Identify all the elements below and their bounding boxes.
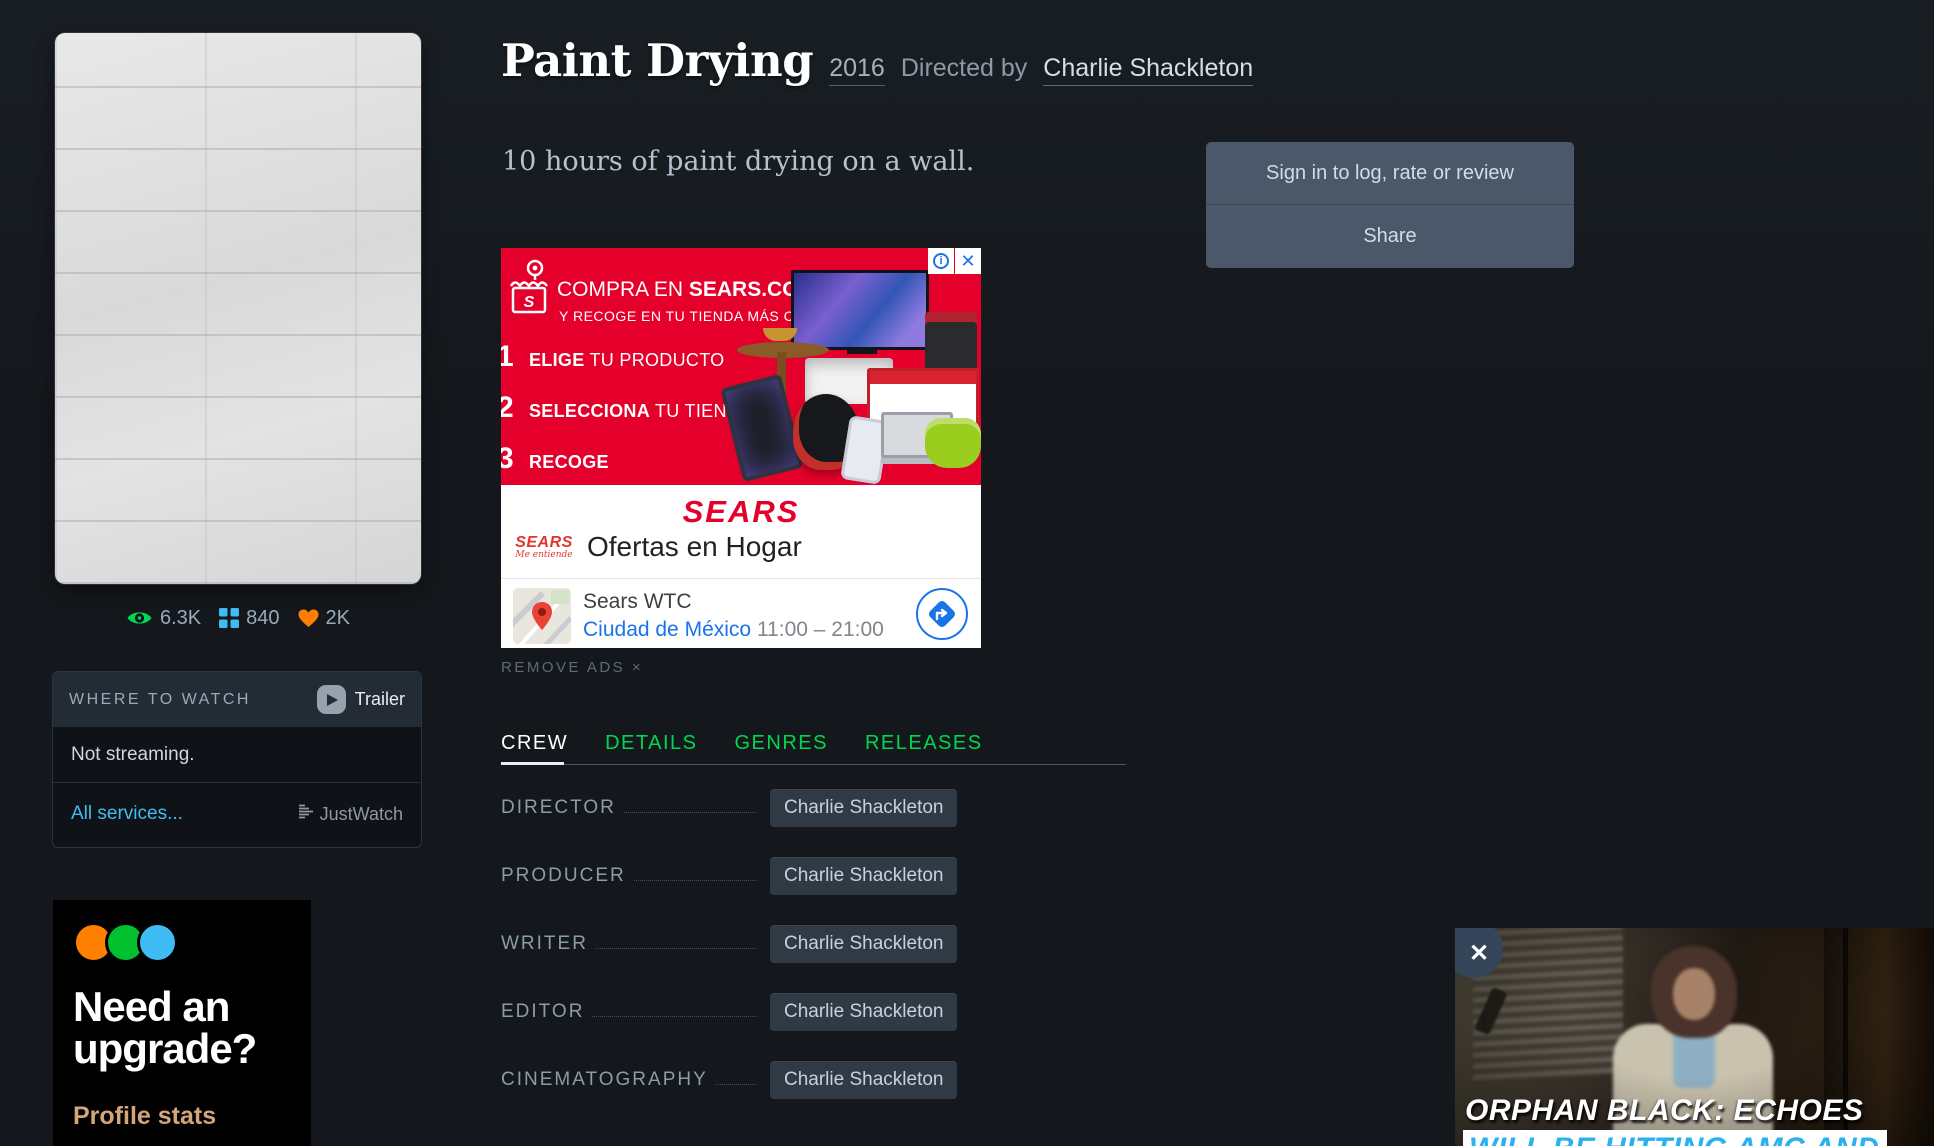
crew-row-producer: PRODUCER Charlie Shackleton (501, 857, 971, 895)
crew-role-label: PRODUCER (501, 865, 626, 887)
streaming-status: Not streaming. (53, 727, 421, 783)
grid-icon (219, 608, 239, 628)
trailer-button[interactable]: Trailer (317, 685, 405, 714)
crew-person-button[interactable]: Charlie Shackleton (770, 993, 957, 1031)
upgrade-ad-subtext: Profile stats (73, 1102, 216, 1131)
where-to-watch-title: WHERE TO WATCH (69, 691, 251, 709)
all-services-link[interactable]: All services... (71, 803, 183, 825)
director-link[interactable]: Charlie Shackleton (1043, 54, 1253, 86)
crew-person-button[interactable]: Charlie Shackleton (770, 1061, 957, 1099)
services-row: All services... JustWatch (53, 783, 421, 845)
letterboxd-upgrade-ad[interactable]: Need an upgrade? Profile stats (53, 900, 311, 1146)
remove-ads-link[interactable]: REMOVE ADS × (501, 659, 643, 676)
crew-role-label: EDITOR (501, 1001, 584, 1023)
video-caption-line1: ORPHAN BLACK: ECHOES (1465, 1094, 1863, 1128)
crew-row-director: DIRECTOR Charlie Shackleton (501, 789, 971, 827)
store-hours: 11:00 – 21:00 (757, 618, 884, 641)
close-icon: ✕ (1469, 939, 1489, 968)
heart-icon (298, 609, 319, 628)
video-ad-overlay[interactable]: ORPHAN BLACK: ECHOES WILL BE HITTING AMC… (1455, 928, 1934, 1146)
trailer-label: Trailer (355, 689, 405, 710)
adchoices-controls: i ✕ (927, 248, 981, 274)
film-tagline: 10 hours of paint drying on a wall. (502, 146, 974, 177)
tablet-image (720, 374, 803, 482)
sears-display-ad[interactable]: S i ✕ COMPRA EN SEARS.COM.MX Y RECOGE EN… (501, 248, 981, 648)
upgrade-ad-headline: Need an upgrade? (73, 986, 298, 1070)
crew-row-editor: EDITOR Charlie Shackleton (501, 993, 971, 1031)
dotted-leader (596, 935, 757, 949)
page-title: Paint Drying (501, 34, 813, 87)
crew-row-cinematography: CINEMATOGRAPHY Charlie Shackleton (501, 1061, 971, 1099)
crew-role-label: CINEMATOGRAPHY (501, 1069, 708, 1091)
tabs-divider (501, 764, 1126, 765)
crew-person-button[interactable]: Charlie Shackleton (770, 789, 957, 827)
share-button[interactable]: Share (1206, 205, 1574, 268)
film-stats: 6.3K 840 2K (55, 602, 421, 634)
likes-count: 2K (326, 607, 350, 630)
ad-close-button[interactable]: ✕ (955, 248, 981, 274)
directions-icon[interactable] (915, 587, 969, 646)
play-icon (317, 685, 346, 714)
lists-count: 840 (246, 607, 279, 630)
close-icon: ✕ (960, 251, 975, 272)
svg-text:S: S (524, 294, 535, 311)
film-year-link[interactable]: 2016 (829, 54, 885, 86)
crew-role-label: DIRECTOR (501, 797, 616, 819)
crew-row-writer: WRITER Charlie Shackleton (501, 925, 971, 963)
sears-offer-title: Ofertas en Hogar (587, 531, 802, 563)
signin-panel: Sign in to log, rate or review Share (1206, 142, 1574, 268)
eye-icon (126, 609, 153, 627)
ad-info-button[interactable]: i (928, 248, 954, 274)
info-icon: i (933, 253, 949, 269)
sears-logo: SEARS (501, 494, 981, 530)
sears-small-logo: SEARS Me entiende (515, 535, 573, 560)
crew-person-button[interactable]: Charlie Shackleton (770, 857, 957, 895)
sears-step-1: 1 ELIGE TU PRODUCTO (501, 340, 724, 374)
likes-stat[interactable]: 2K (298, 607, 350, 630)
crew-role-label: WRITER (501, 933, 588, 955)
where-to-watch-panel: WHERE TO WATCH Trailer Not streaming. Al… (53, 672, 421, 847)
product-collage (729, 254, 979, 482)
letterboxd-logo-icon (73, 922, 178, 963)
dotted-leader (592, 1003, 757, 1017)
justwatch-label: JustWatch (320, 804, 403, 825)
sign-in-button[interactable]: Sign in to log, rate or review (1206, 142, 1574, 205)
title-row: Paint Drying 2016 Directed by Charlie Sh… (501, 34, 1253, 87)
where-to-watch-header: WHERE TO WATCH Trailer (53, 672, 421, 727)
sears-offer-row: SEARS Me entiende Ofertas en Hogar (515, 531, 802, 563)
map-thumbnail (513, 588, 571, 644)
dotted-leader (624, 799, 757, 813)
directed-by-label: Directed by (901, 54, 1027, 83)
sears-step-3: 3 RECOGE (501, 442, 609, 476)
store-icon: S (505, 258, 553, 321)
justwatch-icon (299, 804, 315, 825)
store-name: Sears WTC (583, 590, 915, 614)
sears-step-2: 2 SELECCIONA TU TIENDA (501, 391, 752, 425)
views-count: 6.3K (160, 607, 201, 630)
views-stat[interactable]: 6.3K (126, 607, 201, 630)
film-tabs: CREW DETAILS GENRES RELEASES (501, 732, 983, 755)
crew-person-button[interactable]: Charlie Shackleton (770, 925, 957, 963)
sears-ad-top: S i ✕ COMPRA EN SEARS.COM.MX Y RECOGE EN… (501, 248, 981, 485)
video-caption-line2: WILL BE HITTING AMC AND (1463, 1130, 1887, 1146)
store-location-row[interactable]: Sears WTC Ciudad de México 11:00 – 21:00 (513, 588, 969, 644)
controller-image (925, 418, 981, 468)
divider (501, 578, 981, 579)
justwatch-logo: JustWatch (299, 804, 403, 825)
film-poster[interactable] (55, 33, 421, 584)
active-tab-underline (501, 762, 564, 765)
tab-genres[interactable]: GENRES (734, 732, 827, 755)
lists-stat[interactable]: 840 (219, 607, 279, 630)
tab-details[interactable]: DETAILS (605, 732, 697, 755)
tab-releases[interactable]: RELEASES (865, 732, 983, 755)
tab-crew[interactable]: CREW (501, 732, 568, 755)
store-city-link[interactable]: Ciudad de México (583, 618, 751, 641)
blue-circle-icon (137, 922, 178, 963)
film-page: 6.3K 840 2K WHERE TO WATCH Trailer Not s… (0, 0, 1934, 1146)
store-info: Sears WTC Ciudad de México 11:00 – 21:00 (583, 590, 915, 642)
dotted-leader (716, 1071, 757, 1085)
tv-image (791, 270, 929, 350)
dotted-leader (634, 867, 757, 881)
